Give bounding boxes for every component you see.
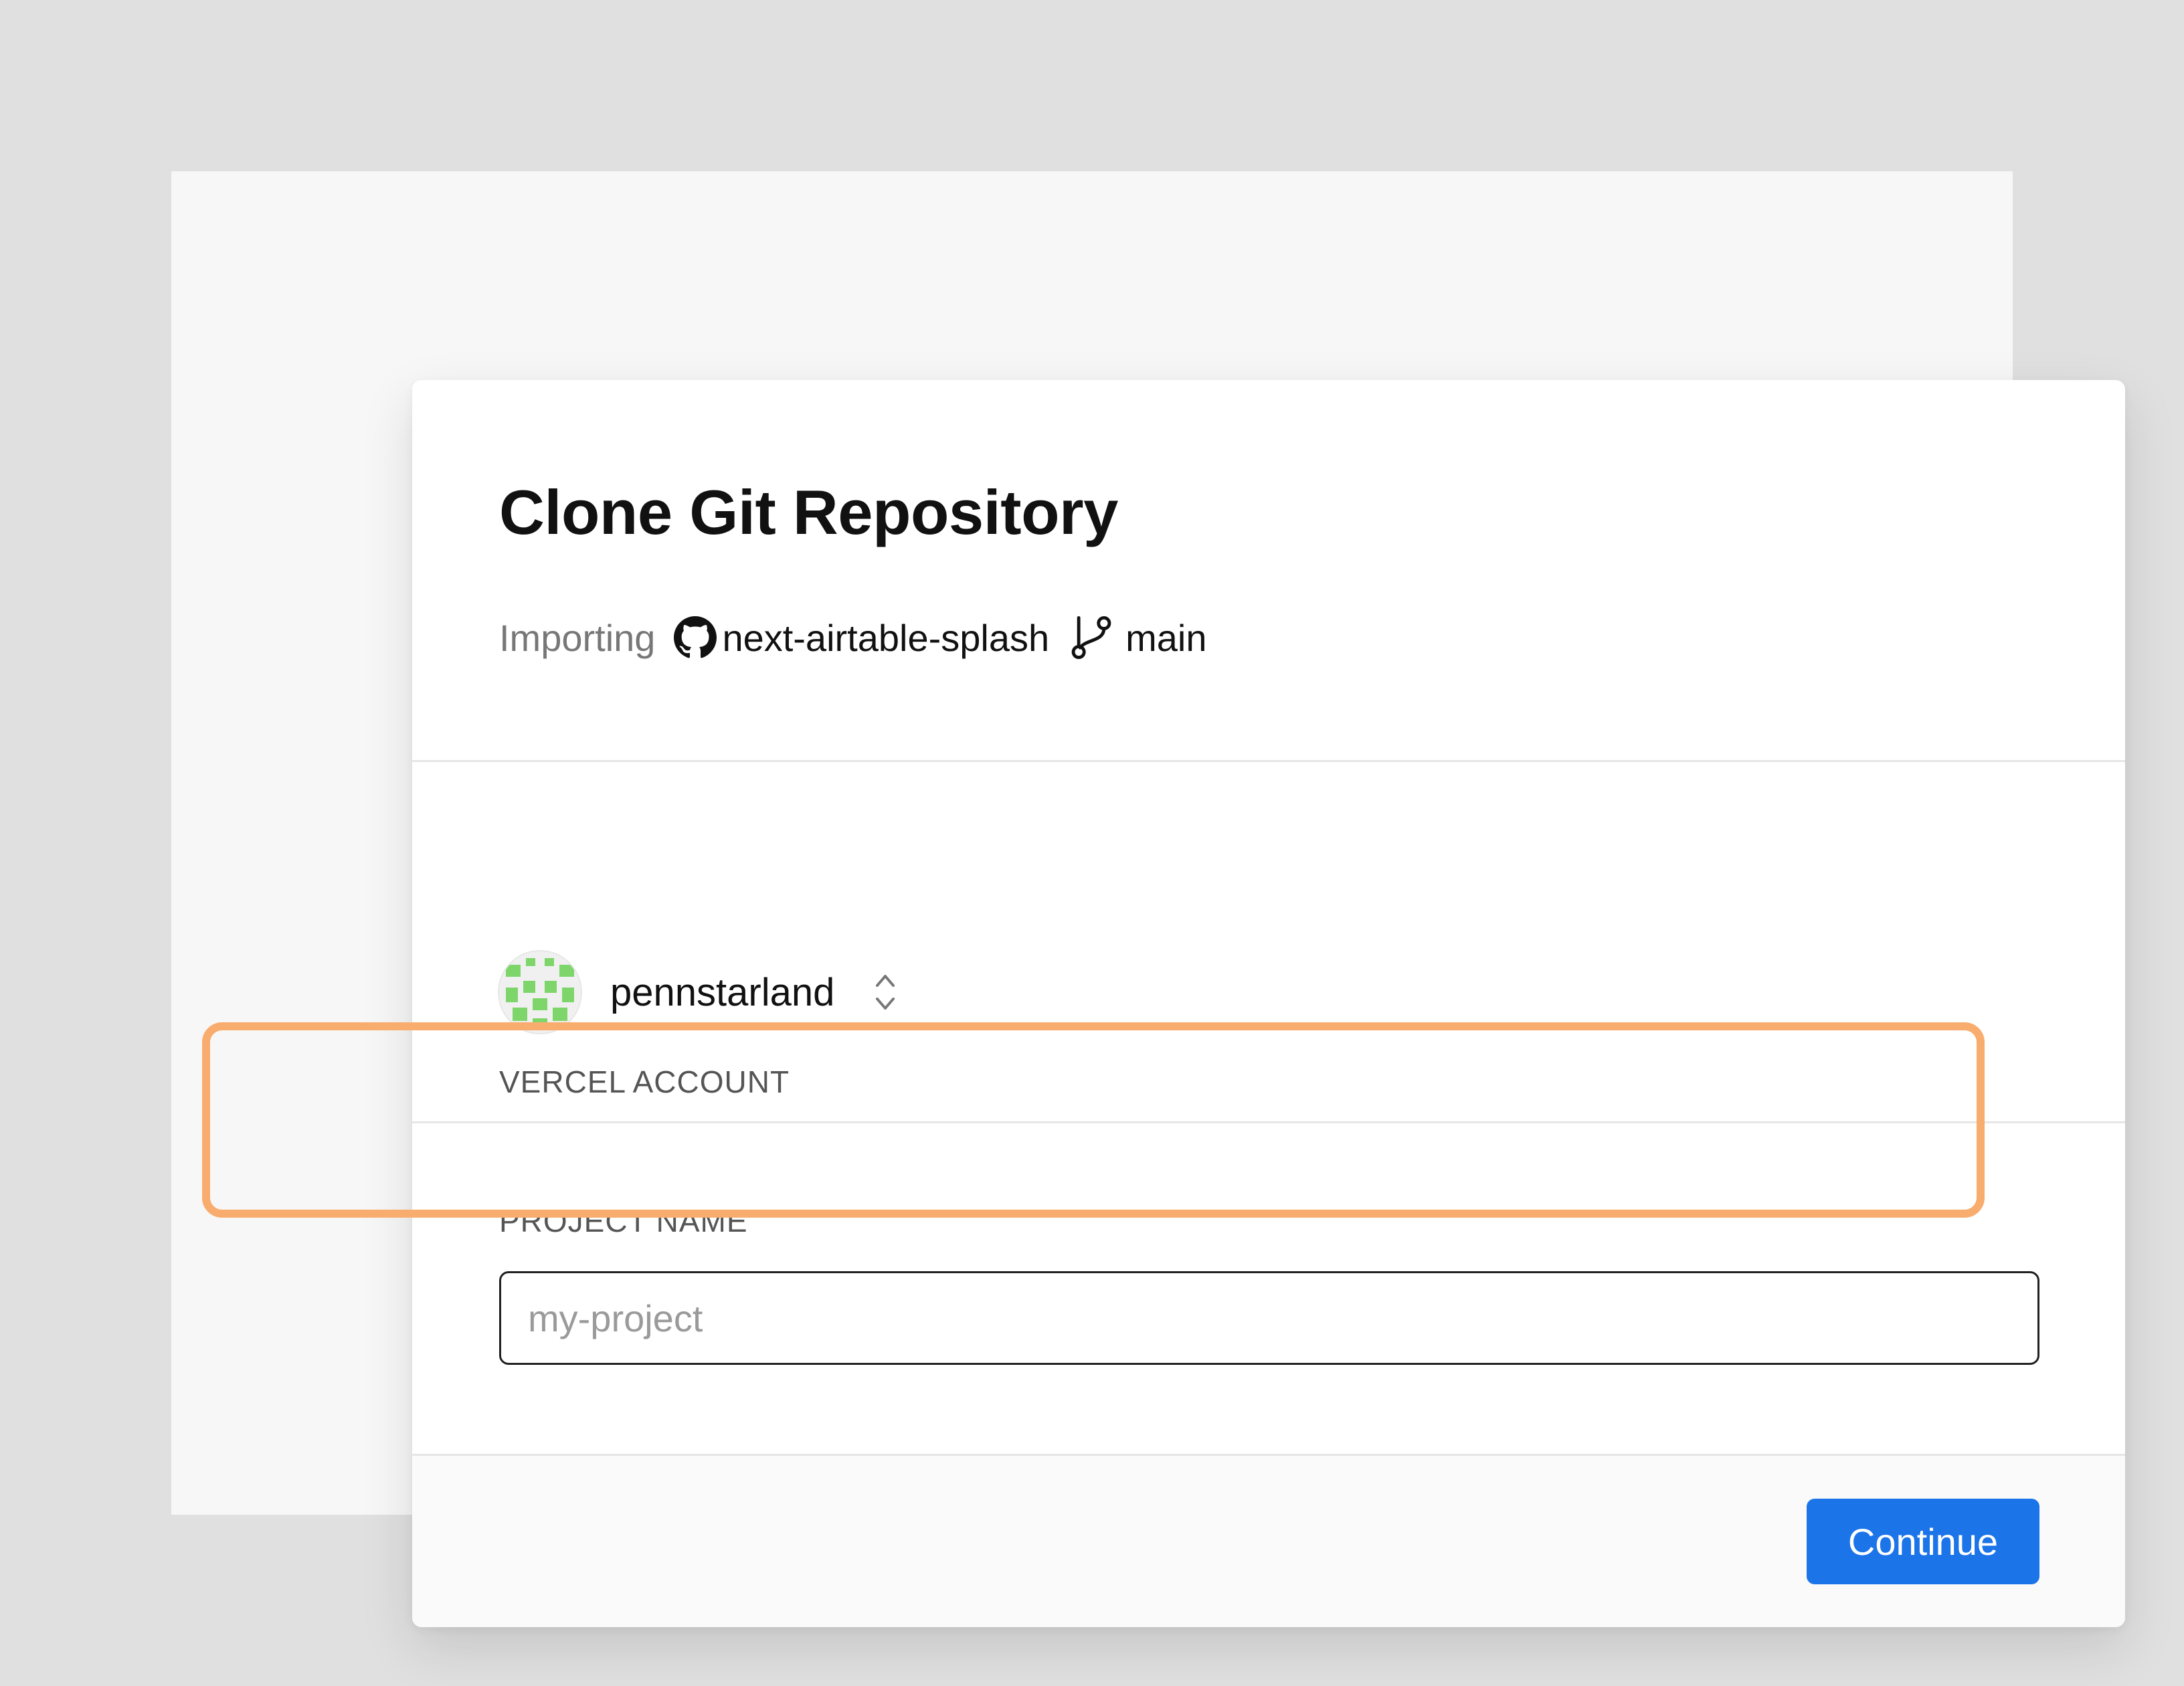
avatar xyxy=(498,950,582,1034)
page-title: Clone Git Repository xyxy=(499,477,1118,547)
branch-name: main xyxy=(1125,616,1207,659)
importing-label: Importing xyxy=(499,616,656,659)
clone-repository-dialog: Clone Git Repository Importing next-airt… xyxy=(412,380,2125,1627)
project-name-input[interactable] xyxy=(499,1271,2039,1365)
chevron-up-down-icon[interactable] xyxy=(872,969,899,1016)
account-name: pennstarland xyxy=(610,970,835,1014)
project-name-label: PROJECT NAME xyxy=(499,1204,748,1238)
divider xyxy=(412,760,2125,762)
import-source-line: Importing next-airtable-splash main xyxy=(499,607,1207,668)
git-branch-icon xyxy=(1069,614,1113,661)
github-icon xyxy=(674,616,717,659)
screenshot-backdrop: Clone Git Repository Importing next-airt… xyxy=(171,171,2125,1627)
account-selector[interactable]: pennstarland xyxy=(498,950,899,1034)
repository-name: next-airtable-splash xyxy=(722,616,1050,659)
vercel-account-label: VERCEL ACCOUNT xyxy=(499,1064,790,1099)
divider xyxy=(412,1121,2125,1123)
continue-button[interactable]: Continue xyxy=(1807,1499,2039,1584)
